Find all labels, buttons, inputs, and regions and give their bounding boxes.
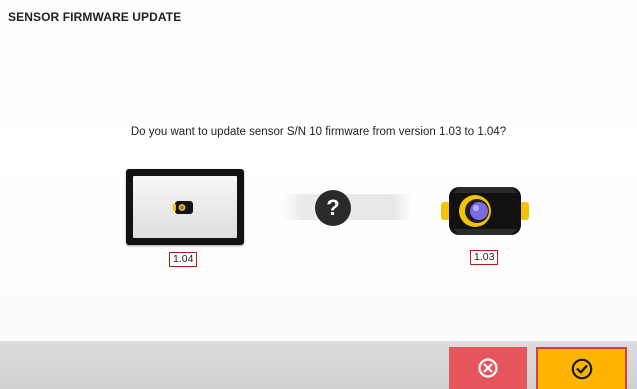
cancel-button[interactable]: [449, 347, 527, 389]
checkmark-circle-icon: [571, 358, 592, 380]
question-mark-icon: ?: [315, 190, 351, 226]
sensor-icon: [441, 187, 529, 235]
device-sensor-icon: [173, 201, 193, 214]
firmware-update-screen: SENSOR FIRMWARE UPDATE Do you want to up…: [0, 0, 637, 389]
close-circle-icon: [478, 358, 498, 378]
current-version-label: 1.03: [470, 250, 499, 265]
confirm-button[interactable]: [536, 347, 627, 389]
new-version-label: 1.04: [169, 252, 198, 267]
device-screen: [133, 176, 237, 238]
page-title: SENSOR FIRMWARE UPDATE: [8, 10, 182, 24]
tablet-device-icon: [126, 169, 244, 245]
update-question-text: Do you want to update sensor S/N 10 firm…: [130, 126, 507, 138]
action-footer: [0, 341, 637, 389]
